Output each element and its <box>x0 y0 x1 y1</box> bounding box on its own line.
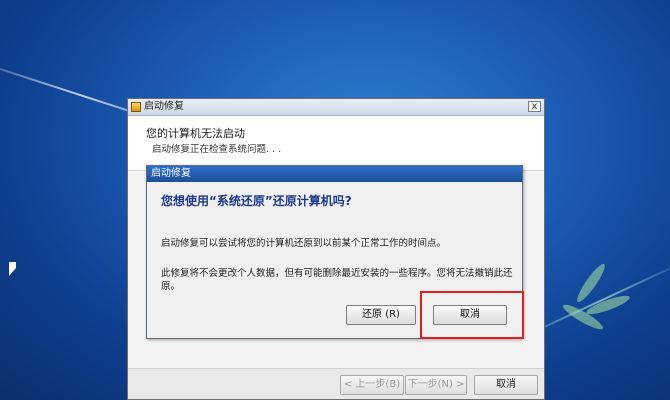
window-title: 启动修复 <box>144 101 184 112</box>
next-button[interactable]: 下一步(N) > <box>405 375 467 395</box>
dialog-description: 启动修复可以尝试将您的计算机还原到以前某个正常工作的时间点。 <box>161 238 447 249</box>
page-heading: 您的计算机无法启动 <box>146 127 245 140</box>
window-titlebar: 启动修复 x <box>128 99 544 116</box>
status-text: 启动修复正在检查系统问题. . . <box>152 144 282 155</box>
startup-repair-icon <box>131 102 141 112</box>
mouse-cursor-icon <box>9 262 16 276</box>
restore-button[interactable]: 还原 (R) <box>346 305 416 325</box>
dialog-warning: 此修复将不会更改个人数据，但有可能删除最近安装的一些程序。您将无法撤销此还原。 <box>161 268 513 292</box>
back-button[interactable]: < 上一步(B) <box>340 375 404 395</box>
dialog-title: 启动修复 <box>151 168 191 179</box>
wizard-footer: < 上一步(B) 下一步(N) > 取消 <box>128 368 544 399</box>
highlight-box <box>420 291 524 339</box>
dialog-titlebar: 启动修复 <box>147 166 522 182</box>
cancel-button[interactable]: 取消 <box>474 375 538 395</box>
close-button[interactable]: x <box>528 101 541 112</box>
header-panel: 您的计算机无法启动 启动修复正在检查系统问题. . . <box>128 116 544 171</box>
dialog-question: 您想使用“系统还原”还原计算机吗? <box>161 194 352 208</box>
